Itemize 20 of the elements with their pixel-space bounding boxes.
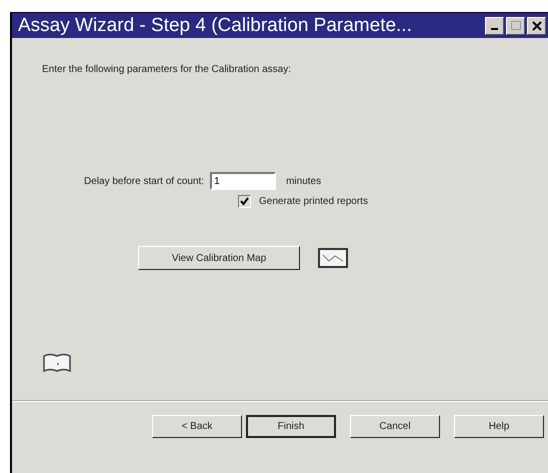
instruction-text: Enter the following parameters for the Calibration assay: bbox=[42, 64, 292, 75]
wizard-button[interactable]: Cancel bbox=[350, 415, 440, 438]
unit-label: minutes bbox=[286, 176, 322, 186]
close-button[interactable] bbox=[527, 16, 546, 34]
checkbox-label[interactable]: Generate printed reports bbox=[259, 196, 368, 207]
view-map-button[interactable]: View Calibration Map bbox=[138, 246, 300, 270]
maximize-icon bbox=[510, 21, 520, 30]
document-icon bbox=[42, 352, 72, 374]
close-icon bbox=[532, 20, 542, 30]
maximize-button[interactable] bbox=[506, 16, 525, 34]
wizard-button[interactable]: Finish bbox=[246, 415, 336, 438]
delay-label: Delay before start of count: bbox=[84, 176, 204, 186]
minimize-icon bbox=[491, 28, 498, 30]
window-title: Assay Wizard - Step 4 (Calibration Paramete... bbox=[18, 14, 413, 36]
minimize-button[interactable] bbox=[485, 16, 504, 34]
wizard-button[interactable]: < Back bbox=[152, 415, 242, 438]
delay-input[interactable]: 1 bbox=[210, 172, 276, 190]
checkbox[interactable] bbox=[238, 195, 251, 208]
envelope-icon bbox=[318, 248, 348, 268]
wizard-button[interactable]: Help bbox=[454, 415, 544, 438]
